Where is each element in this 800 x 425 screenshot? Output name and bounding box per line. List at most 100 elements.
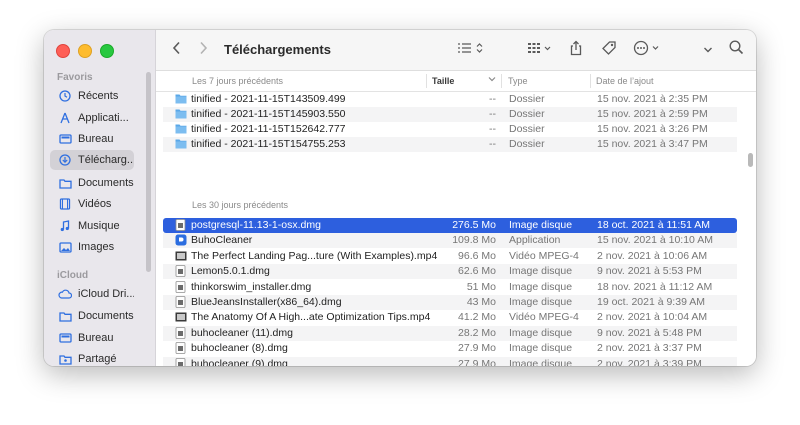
desktop-icon xyxy=(58,132,72,146)
table-row[interactable]: The Perfect Landing Pag...ture (With Exa… xyxy=(163,249,737,264)
file-size: 28.2 Mo xyxy=(458,326,496,339)
file-date-added: 9 nov. 2021 à 5:48 PM xyxy=(597,326,702,339)
folder-icon xyxy=(58,309,72,323)
search-icon xyxy=(728,40,744,60)
app-icon xyxy=(175,234,187,246)
sidebar-item-applications[interactable]: Applicati... xyxy=(50,108,134,128)
sidebar-item-label: Applicati... xyxy=(78,112,129,124)
file-name: BuhoCleaner xyxy=(191,234,253,247)
sidebar-item-label: Récents xyxy=(78,90,119,102)
table-row-selected[interactable]: postgresql-11.13-1-osx.dmg 276.5 Mo Image … xyxy=(163,218,737,233)
table-row[interactable]: The Anatomy Of A High...ate Optimization… xyxy=(163,310,737,325)
sidebar-item-images[interactable]: Images xyxy=(50,237,134,257)
file-kind: Dossier xyxy=(509,138,545,150)
sidebar-item-icloud-drive[interactable]: iCloud Dri... xyxy=(50,284,134,304)
list-view-icon xyxy=(457,41,487,60)
disk-image-icon xyxy=(175,296,187,308)
table-row[interactable]: BuhoCleaner 109.8 Mo Application 15 nov. 20… xyxy=(163,233,737,249)
photo-icon xyxy=(58,240,72,254)
sidebar-item-icloud-desktop[interactable]: Bureau xyxy=(50,328,134,348)
file-size: 41.2 Mo xyxy=(458,311,496,324)
sidebar-item-shared[interactable]: Partagé xyxy=(50,349,134,366)
sidebar-item-desktop[interactable]: Bureau xyxy=(50,129,134,149)
share-icon xyxy=(569,40,583,61)
chevron-right-icon xyxy=(198,41,208,60)
group-by-button[interactable] xyxy=(526,39,556,61)
file-date-added: 15 nov. 2021 à 2:59 PM xyxy=(597,108,708,120)
file-name: tinified - 2021-11-15T145903.550 xyxy=(191,108,346,120)
file-name: buhocleaner (9).dmg xyxy=(191,357,288,366)
back-button[interactable] xyxy=(168,39,186,61)
file-kind: Image disque xyxy=(509,280,573,293)
table-row[interactable]: buhocleaner (8).dmg 27.9 Mo Image disque 2 … xyxy=(163,341,737,356)
applications-icon xyxy=(58,111,72,125)
column-size[interactable]: Taille xyxy=(432,76,454,86)
group-header-30-days: Les 30 jours précédents xyxy=(192,200,289,210)
file-kind: Image disque xyxy=(509,296,573,308)
file-date-added: 15 nov. 2021 à 3:47 PM xyxy=(597,138,708,150)
more-actions-button[interactable] xyxy=(632,39,666,61)
sidebar-item-label: Télécharg... xyxy=(78,154,134,166)
file-size: -- xyxy=(489,123,496,135)
file-size: -- xyxy=(489,93,496,105)
file-date-added: 2 nov. 2021 à 10:06 AM xyxy=(597,249,708,262)
desktop-icon xyxy=(58,331,72,345)
sidebar-item-music[interactable]: Musique xyxy=(50,216,134,236)
file-kind: Image disque xyxy=(509,357,573,366)
close-button[interactable] xyxy=(56,44,70,58)
table-row[interactable]: tinified - 2021-11-15T154755.253 -- Dossie… xyxy=(163,137,737,152)
sidebar: Favoris Récents Applicati... Bureau Télé… xyxy=(44,30,156,366)
file-name: tinified - 2021-11-15T152642.777 xyxy=(191,123,346,135)
column-divider xyxy=(501,74,502,88)
disk-image-icon xyxy=(175,342,187,355)
clock-icon xyxy=(58,89,72,103)
sidebar-scrollbar[interactable] xyxy=(146,72,151,272)
file-size: 51 Mo xyxy=(466,280,496,293)
tags-button[interactable] xyxy=(598,39,620,61)
sidebar-item-label: Documents xyxy=(78,177,134,189)
grid-icon xyxy=(527,41,555,60)
table-row[interactable]: tinified - 2021-11-15T143509.499 -- Dossie… xyxy=(163,92,737,107)
share-button[interactable] xyxy=(566,39,586,61)
column-kind[interactable]: Type xyxy=(508,76,528,86)
window-controls xyxy=(56,44,114,58)
table-row[interactable]: buhocleaner (11).dmg 28.2 Mo Image disque 9… xyxy=(163,325,737,341)
view-list-button[interactable] xyxy=(456,39,488,61)
table-row[interactable]: tinified - 2021-11-15T145903.550 -- Dossie… xyxy=(163,107,737,122)
minimize-button[interactable] xyxy=(78,44,92,58)
toolbar-overflow-button[interactable] xyxy=(700,39,716,61)
file-date-added: 2 nov. 2021 à 3:39 PM xyxy=(597,357,702,366)
file-kind: Dossier xyxy=(509,108,545,120)
file-list-scrollbar[interactable] xyxy=(748,153,753,167)
chevron-left-icon xyxy=(172,41,182,60)
table-row[interactable]: BlueJeansInstaller(x86_64).dmg 43 Mo Image… xyxy=(163,295,737,310)
video-file-icon xyxy=(175,311,187,323)
sidebar-item-icloud-documents[interactable]: Documents xyxy=(50,306,134,326)
sidebar-item-documents[interactable]: Documents xyxy=(50,173,134,193)
sidebar-item-videos[interactable]: Vidéos xyxy=(50,194,134,214)
file-kind: Vidéo MPEG-4 xyxy=(509,311,579,324)
table-row[interactable]: tinified - 2021-11-15T152642.777 -- Dossie… xyxy=(163,122,737,137)
disk-image-icon xyxy=(175,265,187,278)
shared-folder-icon xyxy=(58,352,72,366)
table-row[interactable]: thinkorswim_installer.dmg 51 Mo Image disq… xyxy=(163,280,737,295)
sidebar-item-label: Musique xyxy=(78,220,120,232)
table-row[interactable]: Lemon5.0.1.dmg 62.6 Mo Image disque 9 nov. … xyxy=(163,264,737,280)
file-list: Les 7 jours précédents Taille Type Date … xyxy=(156,71,756,366)
file-size: -- xyxy=(489,138,496,150)
forward-button[interactable] xyxy=(194,39,212,61)
file-kind: Image disque xyxy=(509,265,573,278)
video-file-icon xyxy=(175,250,187,262)
file-date-added: 15 nov. 2021 à 3:26 PM xyxy=(597,123,708,135)
column-date-added[interactable]: Date de l’ajout xyxy=(596,76,654,86)
sidebar-item-label: Bureau xyxy=(78,133,114,145)
search-button[interactable] xyxy=(726,39,746,61)
sidebar-item-downloads[interactable]: Télécharg... xyxy=(50,150,134,170)
sidebar-item-recents[interactable]: Récents xyxy=(50,86,134,106)
zoom-button[interactable] xyxy=(100,44,114,58)
file-kind: Dossier xyxy=(509,93,545,105)
sidebar-item-label: Vidéos xyxy=(78,198,112,210)
table-row[interactable]: buhocleaner (9).dmg 27.9 Mo Image disque 2 … xyxy=(163,356,737,366)
file-size: 96.6 Mo xyxy=(458,249,496,262)
file-name: buhocleaner (11).dmg xyxy=(191,326,293,339)
